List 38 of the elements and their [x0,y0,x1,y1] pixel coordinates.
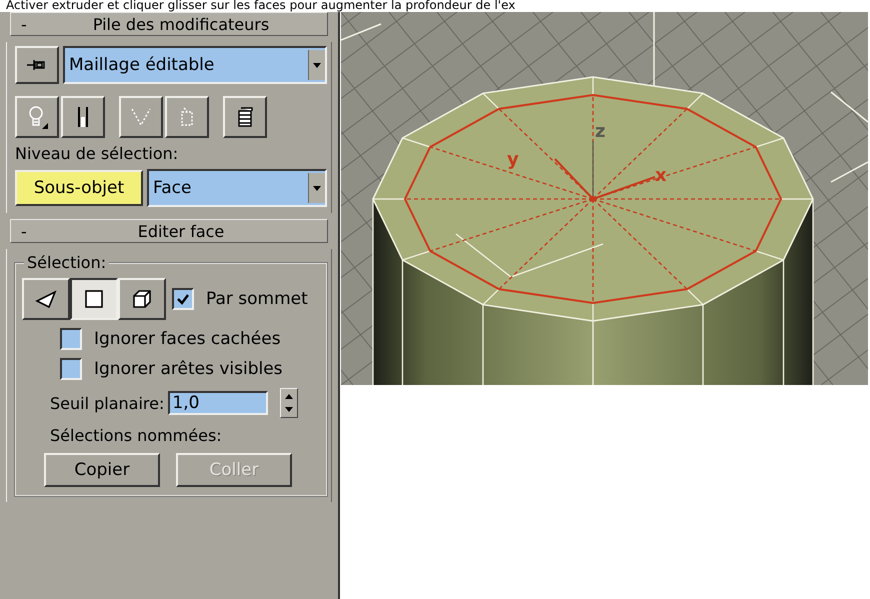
checkbox[interactable] [172,288,194,310]
vertex-mode-button[interactable] [22,278,70,320]
triangle-icon [35,289,57,309]
planar-threshold-label: Seuil planaire: [50,394,164,412]
make-unique-button[interactable] [119,96,163,138]
rollout-header[interactable]: - Editer face [10,219,328,243]
planar-threshold-field[interactable]: 1,0 [168,391,268,415]
element-mode-button[interactable] [118,278,166,320]
sub-object-button[interactable]: Sous-objet [15,170,143,206]
level-dropdown[interactable]: Face [147,169,327,207]
selection-level-label: Niveau de sélection: [15,144,180,163]
option-checkbox[interactable]: Ignorer faces cachées [22,328,320,350]
axis-label: x [655,165,667,186]
dropdown-arrow-icon [313,186,321,190]
square-icon [84,289,104,309]
fork-icon [76,105,90,129]
by-vertex-checkbox[interactable]: Par sommet [172,288,308,310]
cube-icon [132,289,152,309]
named-selections-label: Sélections nommées: [49,426,223,445]
copy-button[interactable]: Copier [44,453,160,487]
axis-label: y [507,149,519,170]
face-mode-button[interactable] [70,278,118,320]
dropdown-arrow-icon [313,62,321,68]
modifier-dropdown[interactable]: Maillage éditable [63,46,327,84]
checkbox[interactable] [60,328,82,350]
configure-sets-button[interactable] [223,96,267,138]
rollout-header[interactable]: - Pile des modificateurs [10,12,328,36]
lightbulb-button[interactable] [15,96,59,138]
checkbox[interactable] [60,358,82,380]
show-end-result-button[interactable] [61,96,105,138]
pin-stack-button[interactable] [15,46,59,84]
checkmark-icon [176,292,190,306]
option-checkbox[interactable]: Ignorer arêtes visibles [22,358,320,380]
remove-modifier-button[interactable] [165,96,209,138]
stack-icon [236,106,254,128]
instruction-text: Activer extruder et cliquer glisser sur les faces pour augmenter la profondeur de l'ex [5,0,516,12]
spinner[interactable] [280,388,298,418]
axis-label: z [595,121,606,142]
